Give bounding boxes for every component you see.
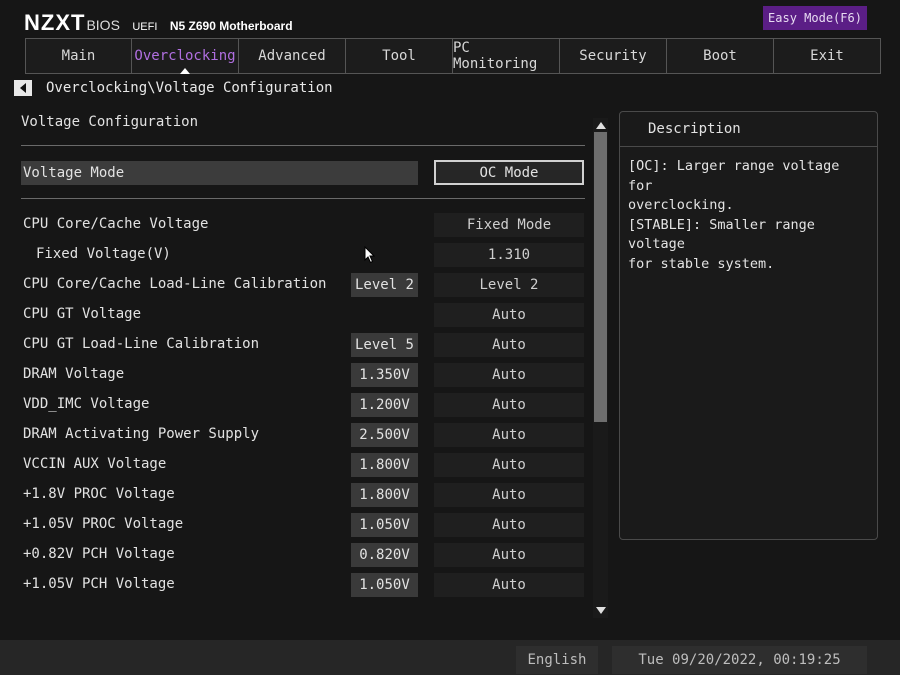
setting-row-dram-voltage[interactable]: DRAM Voltage 1.350V Auto (0, 363, 590, 387)
language-selector[interactable]: English (516, 646, 598, 674)
bios-label: BIOS (86, 17, 120, 33)
tab-pc-monitoring[interactable]: PC Monitoring (453, 38, 560, 74)
nzxt-logo: NZXT (24, 10, 86, 35)
setting-value-button[interactable]: 1.310 (434, 243, 584, 267)
tab-main[interactable]: Main (25, 38, 132, 74)
current-value-badge: 0.820V (351, 543, 418, 567)
current-value-badge: Level 5 (351, 333, 418, 357)
uefi-label: UEFI (132, 21, 158, 33)
scroll-up-icon[interactable] (596, 122, 606, 129)
setting-label: +1.8V PROC Voltage (23, 486, 175, 502)
setting-row-cpu-gt-load-line-calibration[interactable]: CPU GT Load-Line Calibration Level 5 Auto (0, 333, 590, 357)
setting-label: +1.05V PROC Voltage (23, 516, 184, 532)
setting-label: VCCIN AUX Voltage (23, 456, 167, 472)
setting-value-button[interactable]: Auto (434, 423, 584, 447)
setting-label: +0.82V PCH Voltage (23, 546, 175, 562)
setting-label: DRAM Activating Power Supply (23, 426, 260, 442)
current-value-badge: Level 2 (351, 273, 418, 297)
setting-value-button[interactable]: Auto (434, 513, 584, 537)
current-value-badge: 1.800V (351, 453, 418, 477)
setting-value-button[interactable]: Auto (434, 543, 584, 567)
current-value-badge: 1.050V (351, 513, 418, 537)
setting-value-button[interactable]: Auto (434, 363, 584, 387)
description-panel: Description [OC]: Larger range voltage f… (619, 111, 878, 540)
setting-value-button[interactable]: Auto (434, 573, 584, 597)
setting-label: CPU Core/Cache Voltage (23, 216, 209, 232)
setting-value-button[interactable]: Level 2 (434, 273, 584, 297)
tab-overclocking[interactable]: Overclocking (132, 38, 239, 74)
main-tabs: Main Overclocking Advanced Tool PC Monit… (25, 38, 881, 74)
setting-row-vccin-aux-voltage[interactable]: VCCIN AUX Voltage 1.800V Auto (0, 453, 590, 477)
setting-value-button[interactable]: Auto (434, 303, 584, 327)
setting-value-button[interactable]: Auto (434, 333, 584, 357)
setting-row-1-8v-proc-voltage[interactable]: +1.8V PROC Voltage 1.800V Auto (0, 483, 590, 507)
back-arrow-icon[interactable] (14, 80, 32, 96)
setting-row-vdd-imc-voltage[interactable]: VDD_IMC Voltage 1.200V Auto (0, 393, 590, 417)
setting-row-cpu-core-cache-load-line-calibration[interactable]: CPU Core/Cache Load-Line Calibration Leve… (0, 273, 590, 297)
setting-label: CPU Core/Cache Load-Line Calibration (23, 276, 327, 292)
current-value-badge: 1.050V (351, 573, 418, 597)
section-title: Voltage Configuration (21, 114, 199, 130)
setting-row-1-05v-pch-voltage[interactable]: +1.05V PCH Voltage 1.050V Auto (0, 573, 590, 597)
setting-value-button[interactable]: Auto (434, 393, 584, 417)
current-value-badge: 1.800V (351, 483, 418, 507)
tab-exit[interactable]: Exit (774, 38, 881, 74)
voltage-mode-row[interactable]: Voltage Mode (21, 161, 418, 185)
setting-label: VDD_IMC Voltage (23, 396, 150, 412)
motherboard-model: N5 Z690 Motherboard (169, 19, 293, 33)
setting-value-button[interactable]: Fixed Mode (434, 213, 584, 237)
setting-label: Fixed Voltage(V) (36, 246, 171, 262)
current-value-badge: 1.200V (351, 393, 418, 417)
brand-logo: NZXTBIOS UEFI N5 Z690 Motherboard (24, 10, 293, 36)
header-bar: NZXTBIOS UEFI N5 Z690 Motherboard Easy M… (0, 0, 900, 36)
setting-label: CPU GT Load-Line Calibration (23, 336, 260, 352)
setting-value-button[interactable]: Auto (434, 453, 584, 477)
divider (21, 145, 585, 146)
scrollbar-thumb[interactable] (594, 132, 607, 422)
setting-row-0-82v-pch-voltage[interactable]: +0.82V PCH Voltage 0.820V Auto (0, 543, 590, 567)
setting-row-1-05v-proc-voltage[interactable]: +1.05V PROC Voltage 1.050V Auto (0, 513, 590, 537)
breadcrumb-path: Overclocking\Voltage Configuration (46, 80, 333, 96)
datetime-display: Tue 09/20/2022, 00:19:25 (612, 646, 867, 674)
divider (21, 198, 585, 199)
setting-label: DRAM Voltage (23, 366, 125, 382)
current-value-badge: 1.350V (351, 363, 418, 387)
setting-label: CPU GT Voltage (23, 306, 142, 322)
setting-row-dram-activating-power-supply[interactable]: DRAM Activating Power Supply 2.500V Auto (0, 423, 590, 447)
tab-advanced[interactable]: Advanced (239, 38, 346, 74)
scroll-down-icon[interactable] (596, 607, 606, 614)
setting-row-cpu-core-cache-voltage[interactable]: CPU Core/Cache Voltage Fixed Mode (0, 213, 590, 237)
breadcrumb: Overclocking\Voltage Configuration (14, 80, 333, 96)
tab-boot[interactable]: Boot (667, 38, 774, 74)
setting-value-button[interactable]: Auto (434, 483, 584, 507)
setting-row-cpu-gt-voltage[interactable]: CPU GT Voltage Auto (0, 303, 590, 327)
voltage-mode-button[interactable]: OC Mode (434, 160, 584, 185)
description-title: Description (620, 112, 877, 147)
current-value-badge: 2.500V (351, 423, 418, 447)
setting-label: +1.05V PCH Voltage (23, 576, 175, 592)
tab-tool[interactable]: Tool (346, 38, 453, 74)
mouse-cursor-icon (364, 246, 376, 264)
tab-security[interactable]: Security (560, 38, 667, 74)
setting-row-fixed-voltage-v[interactable]: Fixed Voltage(V) 1.310 (0, 243, 590, 267)
voltage-mode-label: Voltage Mode (23, 165, 125, 181)
description-text: [OC]: Larger range voltage for overclock… (628, 158, 840, 272)
easy-mode-button[interactable]: Easy Mode(F6) (763, 6, 867, 30)
